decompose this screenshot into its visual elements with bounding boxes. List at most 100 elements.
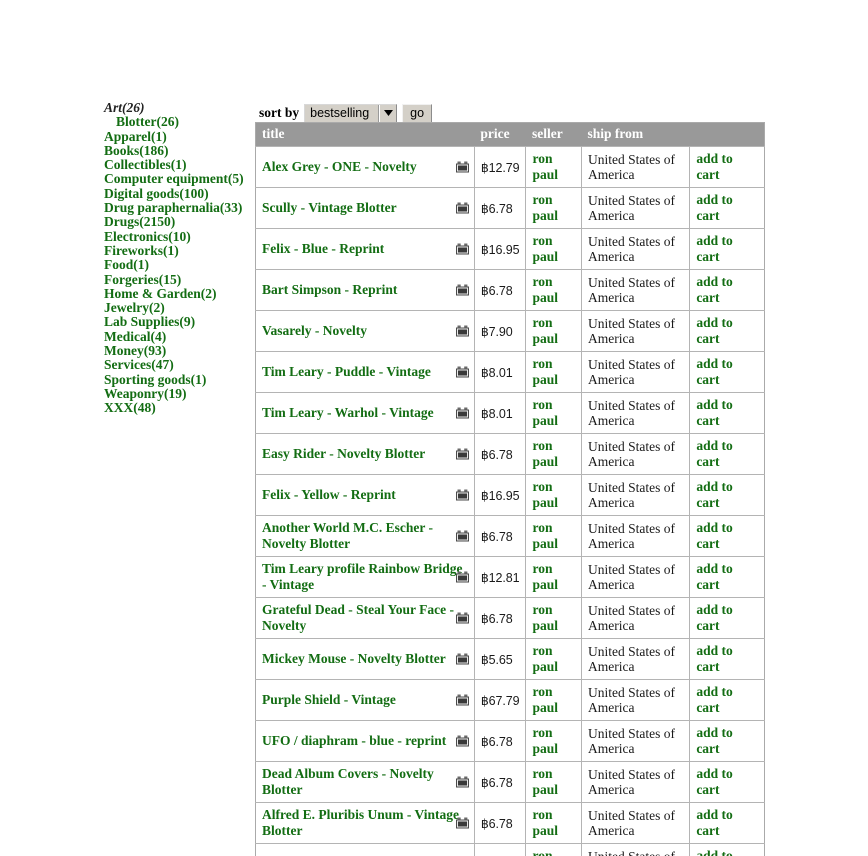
- product-title-link[interactable]: Dead Album Covers - Novelty Blotter: [262, 766, 434, 797]
- seller-link[interactable]: ron paul: [532, 766, 558, 797]
- seller-link[interactable]: ron paul: [532, 479, 558, 510]
- add-to-cart-link[interactable]: add to cart: [696, 438, 732, 469]
- product-title-link[interactable]: Felix - Blue - Reprint: [262, 241, 384, 256]
- chevron-down-icon: [379, 104, 397, 122]
- product-listing-table: title price seller ship from Alex Grey -…: [255, 122, 765, 856]
- seller-link[interactable]: ron paul: [532, 643, 558, 674]
- seller-link[interactable]: ron paul: [532, 807, 558, 838]
- sidebar-item-drug-paraphernalia[interactable]: Drug paraphernalia(33): [104, 200, 254, 215]
- add-to-cart-link[interactable]: add to cart: [696, 848, 732, 856]
- cell-add-to-cart: add to cart: [689, 433, 765, 475]
- seller-link[interactable]: ron paul: [532, 356, 558, 387]
- seller-link[interactable]: ron paul: [532, 192, 558, 223]
- add-to-cart-link[interactable]: add to cart: [696, 151, 732, 182]
- seller-link[interactable]: ron paul: [532, 233, 558, 264]
- cell-ship-from: United States of America: [581, 187, 691, 229]
- product-title-link[interactable]: Alex Grey - ONE - Novelty: [262, 159, 417, 174]
- table-row: Yogi - LSD Blotter฿12.70 ron paul United S…: [255, 843, 765, 856]
- cell-seller: ron paul: [525, 269, 583, 311]
- column-header-price[interactable]: price: [474, 122, 526, 147]
- add-to-cart-link[interactable]: add to cart: [696, 725, 732, 756]
- sidebar-item-xxx[interactable]: XXX(48): [104, 400, 254, 415]
- sidebar-item-jewelry[interactable]: Jewelry(2): [104, 300, 254, 315]
- go-button[interactable]: go: [402, 103, 433, 123]
- seller-link[interactable]: ron paul: [532, 438, 558, 469]
- add-to-cart-link[interactable]: add to cart: [696, 274, 732, 305]
- add-to-cart-link[interactable]: add to cart: [696, 233, 732, 264]
- sidebar-item-forgeries[interactable]: Forgeries(15): [104, 272, 254, 287]
- cell-title: Another World M.C. Escher - Novelty Blot…: [255, 515, 475, 557]
- product-title-link[interactable]: Vasarely - Novelty: [262, 323, 367, 338]
- sidebar-item-collectibles[interactable]: Collectibles(1): [104, 157, 254, 172]
- product-title-link[interactable]: Scully - Vintage Blotter: [262, 200, 397, 215]
- product-title-link[interactable]: UFO / diaphram - blue - reprint: [262, 733, 446, 748]
- table-row: Another World M.C. Escher - Novelty Blot…: [255, 515, 765, 557]
- add-to-cart-link[interactable]: add to cart: [696, 766, 732, 797]
- sidebar-item-computer-equipment[interactable]: Computer equipment(5): [104, 172, 254, 187]
- sidebar-item-services[interactable]: Services(47): [104, 358, 254, 373]
- cell-add-to-cart: add to cart: [689, 761, 765, 803]
- cell-price: ฿12.70: [474, 843, 527, 856]
- cell-price: ฿6.78: [474, 761, 527, 803]
- product-title-link[interactable]: Bart Simpson - Reprint: [262, 282, 397, 297]
- column-header-seller[interactable]: seller: [525, 122, 582, 147]
- seller-link[interactable]: ron paul: [532, 274, 558, 305]
- sidebar-item-food[interactable]: Food(1): [104, 257, 254, 272]
- seller-link[interactable]: ron paul: [532, 848, 558, 856]
- sidebar-item-electronics[interactable]: Electronics(10): [104, 229, 254, 244]
- sidebar-item-weaponry[interactable]: Weaponry(19): [104, 386, 254, 401]
- product-title-link[interactable]: Tim Leary profile Rainbow Bridge - Vinta…: [262, 561, 463, 592]
- sidebar-item-lab-supplies[interactable]: Lab Supplies(9): [104, 315, 254, 330]
- product-title-link[interactable]: Grateful Dead - Steal Your Face - Novelt…: [262, 602, 454, 633]
- seller-link[interactable]: ron paul: [532, 520, 558, 551]
- cell-ship-from: United States of America: [581, 556, 691, 598]
- product-title-link[interactable]: Felix - Yellow - Reprint: [262, 487, 396, 502]
- add-to-cart-link[interactable]: add to cart: [696, 561, 732, 592]
- product-title-link[interactable]: Tim Leary - Puddle - Vintage: [262, 364, 431, 379]
- add-to-cart-link[interactable]: add to cart: [696, 807, 732, 838]
- camera-icon: [455, 407, 469, 419]
- sort-select[interactable]: bestselling: [304, 103, 398, 123]
- sidebar-item-apparel[interactable]: Apparel(1): [104, 129, 254, 144]
- add-to-cart-link[interactable]: add to cart: [696, 602, 732, 633]
- sidebar-item-home-garden[interactable]: Home & Garden(2): [104, 286, 254, 301]
- cell-seller: ron paul: [525, 638, 583, 680]
- product-title-link[interactable]: Mickey Mouse - Novelty Blotter: [262, 651, 446, 666]
- sidebar-item-fireworks[interactable]: Fireworks(1): [104, 243, 254, 258]
- add-to-cart-link[interactable]: add to cart: [696, 684, 732, 715]
- seller-link[interactable]: ron paul: [532, 397, 558, 428]
- table-row: Felix - Yellow - Reprint ฿16.95 ron paul Un…: [255, 474, 765, 516]
- add-to-cart-link[interactable]: add to cart: [696, 192, 732, 223]
- cell-price: ฿16.95: [474, 228, 527, 270]
- add-to-cart-link[interactable]: add to cart: [696, 315, 732, 346]
- product-title-link[interactable]: Tim Leary - Warhol - Vintage: [262, 405, 434, 420]
- column-header-shipfrom[interactable]: ship from: [581, 122, 690, 147]
- product-title-link[interactable]: Easy Rider - Novelty Blotter: [262, 446, 425, 461]
- seller-link[interactable]: ron paul: [532, 725, 558, 756]
- sidebar-item-books[interactable]: Books(186): [104, 143, 254, 158]
- seller-link[interactable]: ron paul: [532, 602, 558, 633]
- product-title-link[interactable]: Another World M.C. Escher - Novelty Blot…: [262, 520, 433, 551]
- product-title-link[interactable]: Alfred E. Pluribis Unum - Vintage Blotte…: [262, 807, 459, 838]
- seller-link[interactable]: ron paul: [532, 684, 558, 715]
- column-header-title[interactable]: title: [255, 122, 475, 147]
- sidebar-item-drugs[interactable]: Drugs(2150): [104, 215, 254, 230]
- seller-link[interactable]: ron paul: [532, 315, 558, 346]
- sidebar-item-money[interactable]: Money(93): [104, 343, 254, 358]
- cell-seller: ron paul: [525, 474, 583, 516]
- product-title-link[interactable]: Purple Shield - Vintage: [262, 692, 396, 707]
- add-to-cart-link[interactable]: add to cart: [696, 643, 732, 674]
- seller-link[interactable]: ron paul: [532, 561, 558, 592]
- sidebar-item-art[interactable]: Art(26): [104, 100, 254, 115]
- add-to-cart-link[interactable]: add to cart: [696, 479, 732, 510]
- sidebar-item-digital-goods[interactable]: Digital goods(100): [104, 186, 254, 201]
- sidebar-item-medical[interactable]: Medical(4): [104, 329, 254, 344]
- sort-select-value: bestselling: [305, 104, 380, 122]
- sidebar-item-blotter[interactable]: Blotter(26): [104, 114, 254, 129]
- add-to-cart-link[interactable]: add to cart: [696, 356, 732, 387]
- sidebar-item-sporting-goods[interactable]: Sporting goods(1): [104, 372, 254, 387]
- seller-link[interactable]: ron paul: [532, 151, 558, 182]
- add-to-cart-link[interactable]: add to cart: [696, 520, 732, 551]
- cell-title: Grateful Dead - Steal Your Face - Novelt…: [255, 597, 475, 639]
- add-to-cart-link[interactable]: add to cart: [696, 397, 732, 428]
